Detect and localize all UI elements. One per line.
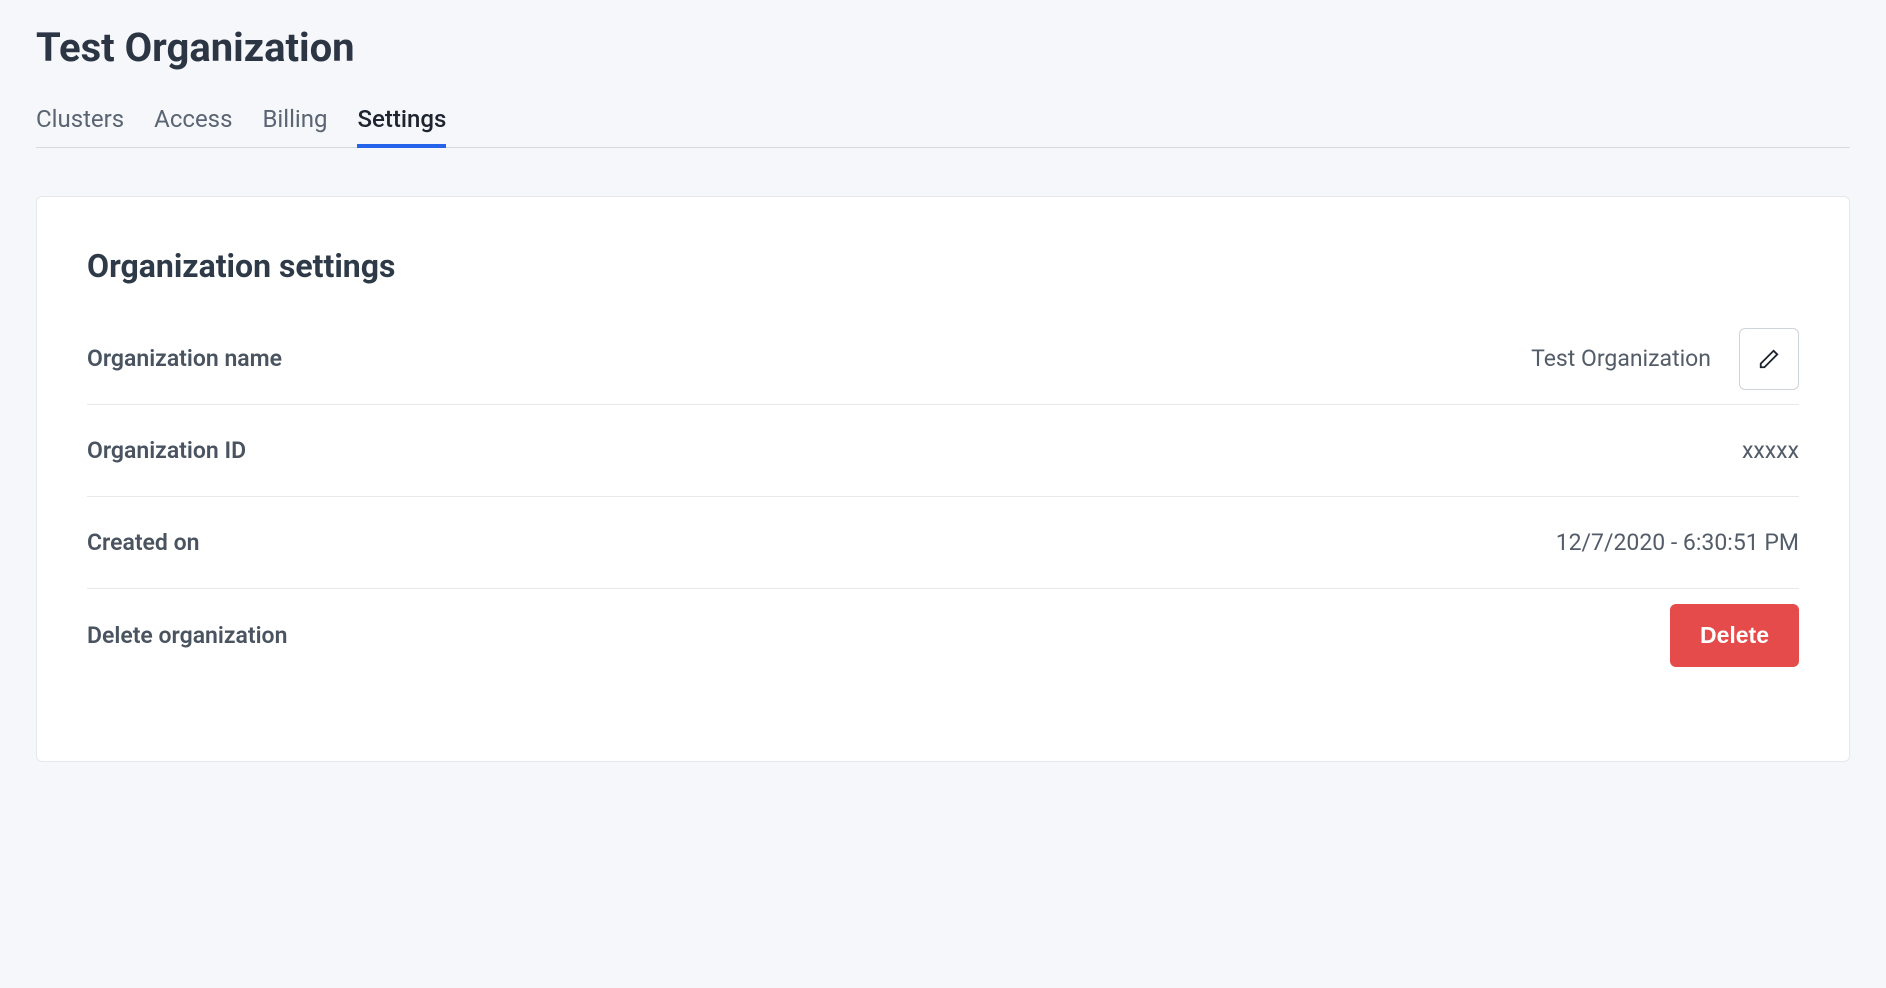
tab-settings[interactable]: Settings [357,95,446,147]
created-on-value: 12/7/2020 - 6:30:51 PM [1556,529,1799,556]
delete-org-value-group: Delete [1670,604,1799,667]
tab-billing[interactable]: Billing [262,95,327,147]
delete-org-label: Delete organization [87,622,287,649]
page-title: Test Organization [36,24,1850,71]
row-delete-org: Delete organization Delete [87,589,1799,681]
tabs-bar: Clusters Access Billing Settings [36,95,1850,148]
created-on-value-group: 12/7/2020 - 6:30:51 PM [1556,529,1799,556]
tab-access[interactable]: Access [154,95,232,147]
row-org-name: Organization name Test Organization [87,313,1799,405]
page-container: Test Organization Clusters Access Billin… [0,0,1886,762]
edit-org-name-button[interactable] [1739,328,1799,390]
tab-clusters[interactable]: Clusters [36,95,124,147]
org-id-value: xxxxx [1742,437,1799,464]
settings-card: Organization settings Organization name … [36,196,1850,762]
org-name-label: Organization name [87,345,282,372]
settings-heading: Organization settings [87,247,1799,285]
org-id-value-group: xxxxx [1742,437,1799,464]
created-on-label: Created on [87,529,199,556]
row-created-on: Created on 12/7/2020 - 6:30:51 PM [87,497,1799,589]
org-name-value-group: Test Organization [1531,328,1799,390]
org-name-value: Test Organization [1531,345,1711,372]
org-id-label: Organization ID [87,437,246,464]
row-org-id: Organization ID xxxxx [87,405,1799,497]
delete-org-button[interactable]: Delete [1670,604,1799,667]
pencil-icon [1758,348,1780,370]
